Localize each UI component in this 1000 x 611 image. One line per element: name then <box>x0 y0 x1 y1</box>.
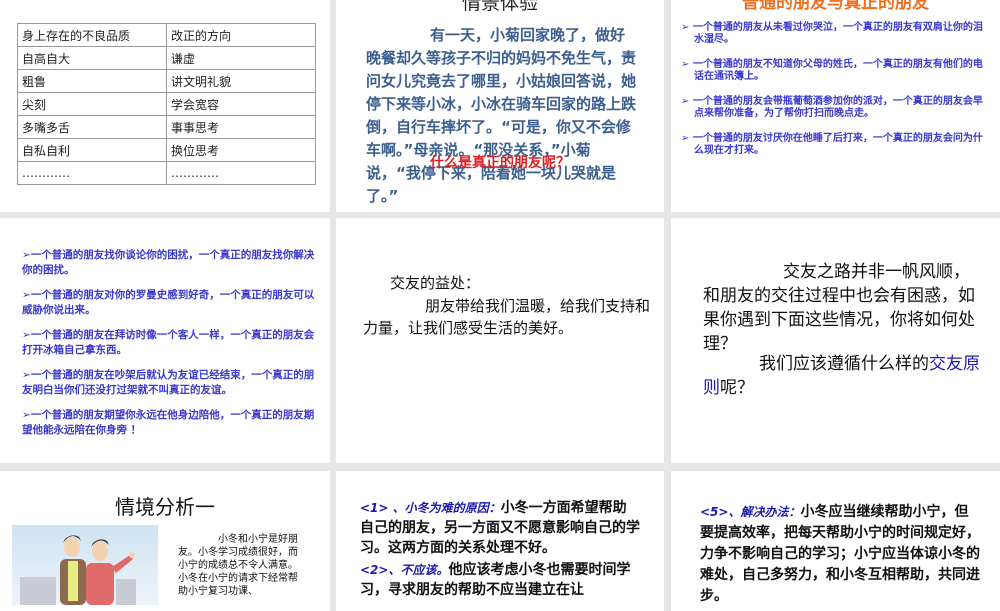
bullet-text: 一个普通的朋友在吵架后就认为友谊已经结束，一个真正的朋友明白当你们还没打过架就不… <box>22 369 315 396</box>
slide-heading: 交友的益处： <box>390 274 481 292</box>
table-cell: ………… <box>166 161 316 185</box>
list-item: ➢一个普通的朋友在吵架后就认为友谊已经结束，一个真正的朋友明白当你们还没打过架就… <box>22 369 315 396</box>
question-text: 什么是真正的朋友呢？ <box>430 155 570 171</box>
list-item: ➢ 一个普通的朋友不知道你父母的姓氏，一个真正的朋友有他们的电话在通讯簿上。 <box>681 59 983 82</box>
slide-title: 普通的朋友与真正的朋友 <box>742 0 929 13</box>
item-label: <1> 、小冬为难的原因： <box>360 501 501 515</box>
table-cell: 粗鲁 <box>17 69 167 93</box>
bullet-text: 一个普通的朋友会带瓶葡萄酒参加你的派对，一个真正的朋友会早点来帮你准备，为了帮你… <box>692 96 983 119</box>
slide-thumbnail-7[interactable]: 情境分析一 小冬和小宁是好朋友。小冬学习成绩很好，而小宁的成绩总不令人满意。小冬… <box>0 471 330 611</box>
bullet-list: ➢ 一个普通的朋友从未看过你哭泣，一个真正的朋友有双肩让你的泪水湿尽。 ➢ 一个… <box>681 22 991 170</box>
bullet-text: 一个普通的朋友从未看过你哭泣，一个真正的朋友有双肩让你的泪水湿尽。 <box>692 22 983 45</box>
table-cell: 尖刻 <box>17 92 167 116</box>
table-cell: 谦虚 <box>166 46 316 70</box>
slide-title: 情景体验 <box>461 0 538 14</box>
question-suffix: 呢？ <box>720 378 754 398</box>
table-cell: 学会宽容 <box>166 92 316 116</box>
slide-thumbnail-6[interactable]: 交友之路并非一帆风顺，和朋友的交往过程中也会有困惑，如果你遇到下面这些情况，你将… <box>671 218 1000 463</box>
bullet-text: 一个普通的朋友讨厌你在他睡了后打来，一个真正的朋友会问为什么现在才打来。 <box>692 133 983 156</box>
table-cell: 多嘴多舌 <box>17 115 167 139</box>
table-cell: 讲文明礼貌 <box>166 69 316 93</box>
table-row: 多嘴多舌 事事思考 <box>17 115 316 139</box>
analysis-item-2: <2>、不应该。他应该考虑小冬也需要时间学习，寻求朋友的帮助不应当建立在让 <box>360 560 640 600</box>
list-item: ➢一个普通的朋友期望你永远在他身边陪他，一个真正的朋友期望他能永远陪在你身旁 ！ <box>22 409 315 436</box>
table-header-row: 身上存在的不良品质 改正的方向 <box>17 23 316 47</box>
table-row: 自私自利 换位思考 <box>17 138 316 162</box>
slide-body: 朋友带给我们温暖，给我们支持和力量，让我们感受生活的美好。 <box>363 297 651 337</box>
slide-body: 小冬和小宁是好朋友。小冬学习成绩很好，而小宁的成绩总不令人满意。小冬在小宁的请求… <box>178 534 298 597</box>
bullet-text: 一个普通的朋友不知道你父母的姓氏，一个真正的朋友有他们的电话在通讯簿上。 <box>692 59 983 82</box>
bullet-list: ➢一个普通的朋友找你谈论你的困扰，一个真正的朋友找你解决你的困扰。 ➢一个普通的… <box>22 248 318 448</box>
table-row: 粗鲁 讲文明礼貌 <box>17 69 316 93</box>
item-text: 小冬应当继续帮助小宁，但要提高效率，把每天帮助小宁的时间规定好，力争不影响自己的… <box>700 504 980 604</box>
table-row: 自高自大 谦虚 <box>17 46 316 70</box>
two-boys-illustration <box>12 525 158 605</box>
table-cell: ………… <box>17 161 167 185</box>
slide-thumbnail-5[interactable]: 交友的益处： 朋友带给我们温暖，给我们支持和力量，让我们感受生活的美好。 <box>336 218 664 463</box>
table-header: 身上存在的不良品质 <box>17 23 167 47</box>
table-row: …………………… <box>17 161 316 185</box>
qualities-table: 身上存在的不良品质 改正的方向 自高自大 谦虚 粗鲁 讲文明礼貌 尖刻 学会宽容 多嘴… <box>17 23 316 185</box>
slide-thumbnail-8[interactable]: <1> 、小冬为难的原因：小冬一方面希望帮助自己的朋友，另一方面又不愿意影响自己… <box>336 471 664 611</box>
list-item: ➢ 一个普通的朋友从未看过你哭泣，一个真正的朋友有双肩让你的泪水湿尽。 <box>681 22 983 45</box>
slide-thumbnail-2[interactable]: 情景体验 有一天，小菊回家晚了，做好晚餐却久等孩子不归的妈妈不免生气，责问女儿究… <box>336 0 664 212</box>
table-cell: 换位思考 <box>166 138 316 162</box>
bullet-text: 一个普通的朋友期望你永远在他身边陪他，一个真正的朋友期望他能永远陪在你身旁 ！ <box>22 409 315 436</box>
story-text: 有一天，小菊回家晚了，做好晚餐却久等孩子不归的妈妈不免生气，责问女儿究竟去了哪里… <box>366 26 637 205</box>
slide-thumbnail-9[interactable]: <5>、解决办法：小冬应当继续帮助小宁，但要提高效率，把每天帮助小宁的时间规定好… <box>671 471 1000 611</box>
analysis-item-5: <5>、解决办法：小冬应当继续帮助小宁，但要提高效率，把每天帮助小宁的时间规定好… <box>700 502 980 607</box>
slide-thumbnail-1[interactable]: 身上存在的不良品质 改正的方向 自高自大 谦虚 粗鲁 讲文明礼貌 尖刻 学会宽容 多嘴… <box>0 0 330 212</box>
slide-title: 情境分析一 <box>115 495 215 519</box>
bullet-text: 一个普通的朋友对你的罗曼史感到好奇，一个真正的朋友可以威胁你说出来。 <box>22 289 315 316</box>
item-label: <5>、解决办法： <box>700 505 801 519</box>
bullet-text: 一个普通的朋友找你谈论你的困扰，一个真正的朋友找你解决你的困扰。 <box>22 249 315 276</box>
table-header: 改正的方向 <box>166 23 316 47</box>
list-item: ➢ 一个普通的朋友讨厌你在他睡了后打来，一个真正的朋友会问为什么现在才打来。 <box>681 133 983 156</box>
list-item: ➢一个普通的朋友找你谈论你的困扰，一个真正的朋友找你解决你的困扰。 <box>22 249 315 276</box>
table-row: 尖刻 学会宽容 <box>17 92 316 116</box>
analysis-item-1: <1> 、小冬为难的原因：小冬一方面希望帮助自己的朋友，另一方面又不愿意影响自己… <box>360 498 640 558</box>
bullet-text: 一个普通的朋友在拜访时像一个客人一样，一个真正的朋友会打开冰箱自己拿东西。 <box>22 329 315 356</box>
table-cell: 事事思考 <box>166 115 316 139</box>
slide-question: 我们应该遵循什么样的交友原则呢？ <box>703 352 983 400</box>
slide-thumbnail-4[interactable]: ➢一个普通的朋友找你谈论你的困扰，一个真正的朋友找你解决你的困扰。 ➢一个普通的… <box>0 218 330 463</box>
question-text: 我们应该遵循什么样的 <box>759 354 929 374</box>
table-cell: 自高自大 <box>17 46 167 70</box>
table-cell: 自私自利 <box>17 138 167 162</box>
list-item: ➢一个普通的朋友对你的罗曼史感到好奇，一个真正的朋友可以威胁你说出来。 <box>22 289 315 316</box>
list-item: ➢一个普通的朋友在拜访时像一个客人一样，一个真正的朋友会打开冰箱自己拿东西。 <box>22 329 315 356</box>
slide-body: 交友之路并非一帆风顺，和朋友的交往过程中也会有困惑，如果你遇到下面这些情况，你将… <box>703 262 975 354</box>
list-item: ➢ 一个普通的朋友会带瓶葡萄酒参加你的派对，一个真正的朋友会早点来帮你准备，为了… <box>681 96 983 119</box>
slide-thumbnail-3[interactable]: 普通的朋友与真正的朋友 ➢ 一个普通的朋友从未看过你哭泣，一个真正的朋友有双肩让… <box>671 0 1000 212</box>
item-label: <2>、不应该。 <box>360 563 449 577</box>
